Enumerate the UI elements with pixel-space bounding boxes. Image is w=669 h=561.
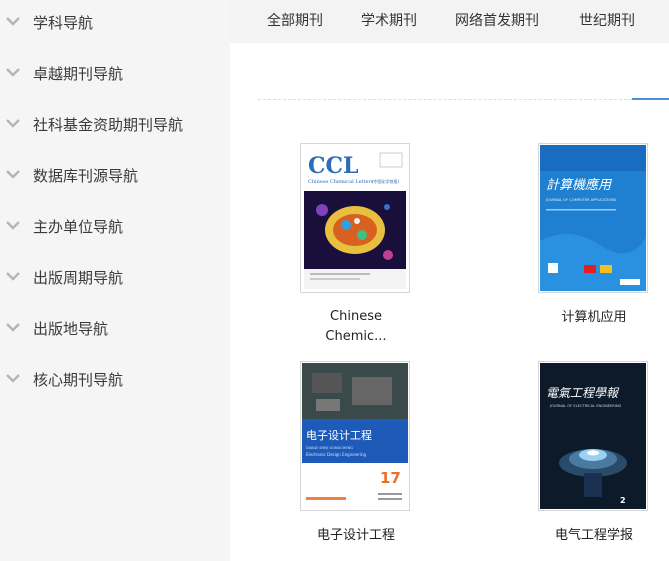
sidebar-item-label: 卓越期刊导航 <box>33 64 124 83</box>
sidebar-item-label: 主办单位导航 <box>33 217 124 236</box>
tab-all[interactable]: 全部期刊 <box>267 0 323 43</box>
sidebar-item-core[interactable]: 核心期刊导航 <box>0 359 230 399</box>
chevron-down-icon <box>6 68 20 77</box>
sidebar-item-label: 核心期刊导航 <box>33 370 124 389</box>
journal-card-electronic-design[interactable]: 电子设计工程 DIANZI SHEJI GONGCHENG Electronic… <box>266 361 446 551</box>
computer-applications-cover-art: 計算機應用 JOURNAL OF COMPUTER APPLICATIONS <box>540 145 646 291</box>
chevron-down-icon <box>6 170 20 179</box>
journal-title[interactable]: 电子设计工程 <box>266 526 446 546</box>
ccl-subtitle: Chinese Chemical Letters <box>308 179 374 185</box>
journal-cover-image[interactable]: 电子设计工程 DIANZI SHEJI GONGCHENG Electronic… <box>300 361 410 511</box>
chevron-down-icon <box>6 119 20 128</box>
svg-text:2: 2 <box>620 496 626 505</box>
sidebar-item-label: 出版周期导航 <box>33 268 124 287</box>
ccl-logo: CCL <box>308 153 359 179</box>
journal-type-tabs: 全部期刊 学术期刊 网络首发期刊 世纪期刊 <box>230 0 669 43</box>
ccl-cover-art: CCL Chinese Chemical Letters (中国化学快报) <box>302 145 408 291</box>
sidebar-item-sponsor[interactable]: 主办单位导航 <box>0 206 230 246</box>
journal-card-ccl[interactable]: CCL Chinese Chemical Letters (中国化学快报) Ch… <box>266 143 446 353</box>
journal-title-line2: Chemic... <box>325 329 387 344</box>
tab-online-first[interactable]: 网络首发期刊 <box>455 0 539 43</box>
sidebar-item-label: 学科导航 <box>33 13 94 32</box>
cover-english-name: JOURNAL OF ELECTRICAL ENGINEERING <box>549 404 622 408</box>
chevron-down-icon <box>6 323 20 332</box>
cover-pinyin: DIANZI SHEJI GONGCHENG <box>306 446 353 450</box>
journal-title[interactable]: Chinese Chemic... <box>266 307 446 347</box>
calligraphy-title: 計算機應用 <box>546 177 613 193</box>
chevron-down-icon <box>6 17 20 26</box>
sidebar-item-location[interactable]: 出版地导航 <box>0 308 230 348</box>
sidebar-item-excellence[interactable]: 卓越期刊导航 <box>0 53 230 93</box>
chevron-down-icon <box>6 221 20 230</box>
journal-cover-image[interactable]: 電氣工程學報 JOURNAL OF ELECTRICAL ENGINEERING… <box>538 361 648 511</box>
chevron-down-icon <box>6 272 20 281</box>
electrical-engineering-cover-art: 電氣工程學報 JOURNAL OF ELECTRICAL ENGINEERING… <box>540 363 646 509</box>
journal-card-electrical-engineering[interactable]: 電氣工程學報 JOURNAL OF ELECTRICAL ENGINEERING… <box>504 361 669 551</box>
cover-english-name: JOURNAL OF COMPUTER APPLICATIONS <box>545 198 617 202</box>
journal-title-line1: Chinese <box>330 309 382 324</box>
sidebar-item-subject[interactable]: 学科导航 <box>0 2 230 42</box>
calligraphy-title: 電氣工程學報 <box>546 386 620 400</box>
cover-issue-number: 17 <box>380 469 401 487</box>
sidebar-item-period[interactable]: 出版周期导航 <box>0 257 230 297</box>
journal-title[interactable]: 计算机应用 <box>504 308 669 328</box>
divider-accent <box>632 98 669 100</box>
journal-cover-image[interactable]: CCL Chinese Chemical Letters (中国化学快报) <box>300 143 410 293</box>
chevron-down-icon <box>6 374 20 383</box>
ccl-cn-name: (中国化学快报) <box>372 178 400 184</box>
journal-cover-image[interactable]: 計算機應用 JOURNAL OF COMPUTER APPLICATIONS <box>538 143 648 293</box>
sidebar-item-label: 出版地导航 <box>33 319 109 338</box>
journal-title[interactable]: 电气工程学报 <box>504 526 669 546</box>
sidebar-item-label: 数据库刊源导航 <box>33 166 139 185</box>
tab-academic[interactable]: 学术期刊 <box>361 0 417 43</box>
sidebar: 学科导航 卓越期刊导航 社科基金资助期刊导航 数据库刊源导航 主办单位导航 出版… <box>0 0 230 561</box>
journal-card-computer-applications[interactable]: 計算機應用 JOURNAL OF COMPUTER APPLICATIONS 计… <box>504 143 669 333</box>
electronic-design-cover-art: 电子设计工程 DIANZI SHEJI GONGCHENG Electronic… <box>302 363 408 509</box>
sidebar-item-social-fund[interactable]: 社科基金资助期刊导航 <box>0 104 230 144</box>
tab-century[interactable]: 世纪期刊 <box>579 0 635 43</box>
sidebar-item-label: 社科基金资助期刊导航 <box>33 115 184 134</box>
cover-cn-title: 电子设计工程 <box>306 429 372 442</box>
cover-en-title: Electronic Design Engineering <box>306 452 367 457</box>
content-divider <box>258 99 632 100</box>
sidebar-item-database[interactable]: 数据库刊源导航 <box>0 155 230 195</box>
